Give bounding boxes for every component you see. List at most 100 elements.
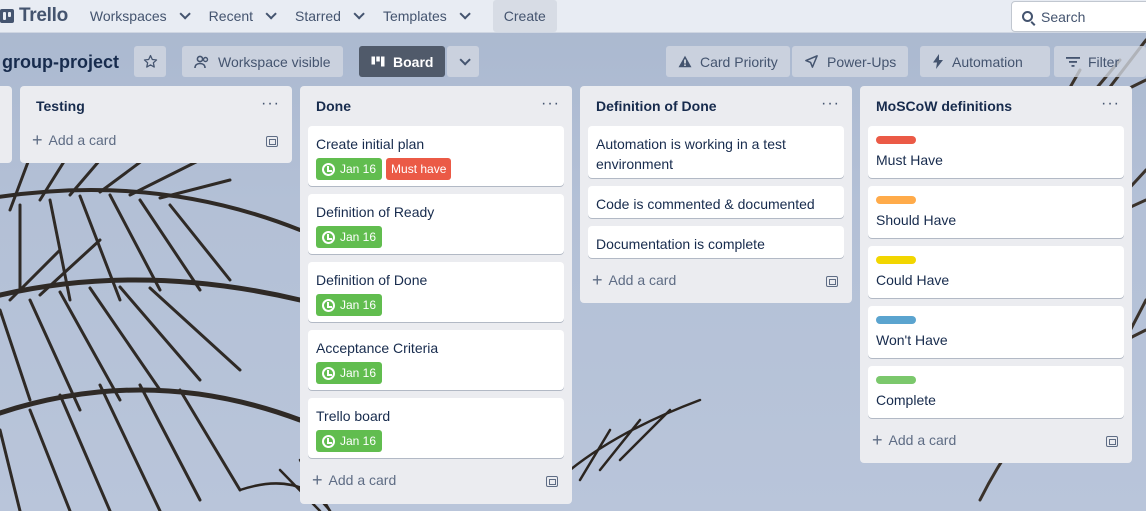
board-title[interactable]: group-project bbox=[2, 52, 119, 73]
chevron-down-icon bbox=[353, 8, 365, 20]
templates-label: Templates bbox=[382, 8, 447, 24]
trello-logo-icon bbox=[0, 9, 14, 23]
card-title: Automation is working in a test environm… bbox=[596, 136, 786, 172]
clock-icon bbox=[322, 298, 335, 312]
view-switcher-button[interactable] bbox=[447, 46, 479, 77]
trello-logo[interactable]: Trello bbox=[0, 5, 68, 27]
card-title: Acceptance Criteria bbox=[316, 340, 439, 356]
list-menu-icon[interactable]: ··· bbox=[821, 95, 840, 113]
card[interactable]: Should Have bbox=[868, 186, 1124, 238]
power-ups-button[interactable]: Power-Ups bbox=[792, 46, 909, 77]
card-title: Won't Have bbox=[876, 332, 948, 348]
due-date-text: Jan 16 bbox=[340, 162, 377, 176]
board-view-button[interactable]: Board bbox=[359, 46, 446, 77]
search-icon bbox=[1022, 11, 1033, 22]
clock-icon bbox=[322, 366, 335, 380]
list-menu-icon[interactable]: ··· bbox=[541, 95, 560, 113]
card[interactable]: Documentation is complete bbox=[588, 226, 844, 258]
create-button[interactable]: Create bbox=[492, 0, 557, 32]
card[interactable]: Trello board Jan 16 bbox=[308, 398, 564, 458]
workspaces-label: Workspaces bbox=[89, 8, 167, 24]
card[interactable]: Create initial plan Jan 16 Must have bbox=[308, 126, 564, 186]
add-card-label: Add a card bbox=[48, 132, 117, 148]
add-card-button[interactable]: + Add a card bbox=[32, 130, 117, 150]
automation-label: Automation bbox=[952, 53, 1023, 70]
card-priority-label: Card Priority bbox=[700, 53, 778, 70]
chevron-down-icon bbox=[459, 53, 471, 66]
card-title: Complete bbox=[876, 392, 936, 408]
workspaces-menu[interactable]: Workspaces bbox=[80, 0, 197, 32]
plus-icon: + bbox=[872, 430, 883, 450]
list-menu-icon[interactable]: ··· bbox=[1101, 95, 1120, 113]
add-card-button[interactable]: + Add a card bbox=[872, 430, 957, 450]
add-card-button[interactable]: + Add a card bbox=[592, 270, 677, 290]
list-title[interactable]: MoSCoW definitions bbox=[876, 98, 1012, 114]
card[interactable]: Definition of Ready Jan 16 bbox=[308, 194, 564, 254]
board-view-label: Board bbox=[393, 53, 434, 70]
chevron-down-icon bbox=[179, 8, 191, 20]
card-template-icon[interactable] bbox=[546, 476, 558, 487]
card-title: Should Have bbox=[876, 212, 957, 228]
list-done: Done ··· Create initial plan Jan 16 Must… bbox=[300, 86, 572, 504]
add-card-label: Add a card bbox=[608, 272, 677, 288]
rocket-icon bbox=[805, 55, 818, 68]
list-menu-icon[interactable]: ··· bbox=[261, 95, 280, 113]
card-title: Could Have bbox=[876, 272, 950, 288]
filter-button[interactable]: Filter bbox=[1054, 46, 1146, 77]
add-card-label: Add a card bbox=[328, 472, 397, 488]
card[interactable]: Definition of Done Jan 16 bbox=[308, 262, 564, 322]
filter-icon bbox=[1066, 56, 1080, 67]
color-label-yellow bbox=[876, 256, 916, 264]
list-definition-of-done: Definition of Done ··· Automation is wor… bbox=[580, 86, 852, 303]
card[interactable]: Must Have bbox=[868, 126, 1124, 178]
starred-label: Starred bbox=[295, 8, 341, 24]
due-date-text: Jan 16 bbox=[340, 434, 377, 448]
star-icon bbox=[143, 54, 157, 68]
recent-menu[interactable]: Recent bbox=[199, 0, 283, 32]
clock-icon bbox=[322, 230, 335, 244]
clock-icon bbox=[322, 162, 335, 176]
templates-menu[interactable]: Templates bbox=[373, 0, 477, 32]
plus-icon: + bbox=[592, 270, 603, 290]
trello-logo-text: Trello bbox=[19, 5, 68, 26]
card-title: Documentation is complete bbox=[596, 236, 765, 252]
add-card-button[interactable]: + Add a card bbox=[312, 470, 397, 490]
list-title[interactable]: Testing bbox=[36, 98, 85, 114]
automation-button[interactable]: Automation bbox=[920, 46, 1050, 77]
color-label-orange bbox=[876, 196, 916, 204]
card[interactable]: Could Have bbox=[868, 246, 1124, 298]
color-label-green bbox=[876, 376, 916, 384]
card-priority-button[interactable]: Card Priority bbox=[666, 46, 790, 77]
due-date-badge[interactable]: Jan 16 bbox=[316, 430, 383, 452]
card-title: Definition of Ready bbox=[316, 204, 435, 220]
star-board-button[interactable] bbox=[134, 46, 166, 77]
add-card-label: Add a card bbox=[888, 432, 957, 448]
card[interactable]: Acceptance Criteria Jan 16 bbox=[308, 330, 564, 390]
due-date-badge[interactable]: Jan 16 bbox=[316, 294, 383, 316]
card-label-must-have[interactable]: Must have bbox=[386, 158, 452, 180]
search-input[interactable]: Search bbox=[1011, 1, 1146, 32]
warning-icon bbox=[678, 55, 692, 68]
card[interactable]: Code is commented & documented bbox=[588, 186, 844, 218]
color-label-blue bbox=[876, 316, 916, 324]
due-date-badge[interactable]: Jan 16 bbox=[316, 226, 383, 248]
card-template-icon[interactable] bbox=[266, 136, 278, 147]
card-title: Must Have bbox=[876, 152, 943, 168]
card[interactable]: Won't Have bbox=[868, 306, 1124, 358]
search-placeholder: Search bbox=[1041, 8, 1086, 25]
people-icon bbox=[194, 55, 209, 68]
list-title[interactable]: Definition of Done bbox=[596, 98, 717, 114]
plus-icon: + bbox=[32, 130, 43, 150]
card[interactable]: Automation is working in a test environm… bbox=[588, 126, 844, 178]
list-title[interactable]: Done bbox=[316, 98, 351, 114]
card-title: Trello board bbox=[316, 408, 391, 424]
starred-menu[interactable]: Starred bbox=[285, 0, 371, 32]
plus-icon: + bbox=[312, 470, 323, 490]
card-template-icon[interactable] bbox=[826, 276, 838, 287]
card[interactable]: Complete bbox=[868, 366, 1124, 418]
card-template-icon[interactable] bbox=[1106, 436, 1118, 447]
due-date-badge[interactable]: Jan 16 bbox=[316, 158, 383, 180]
workspace-visible-button[interactable]: Workspace visible bbox=[182, 46, 343, 77]
workspace-visible-label: Workspace visible bbox=[218, 53, 331, 70]
due-date-badge[interactable]: Jan 16 bbox=[316, 362, 383, 384]
